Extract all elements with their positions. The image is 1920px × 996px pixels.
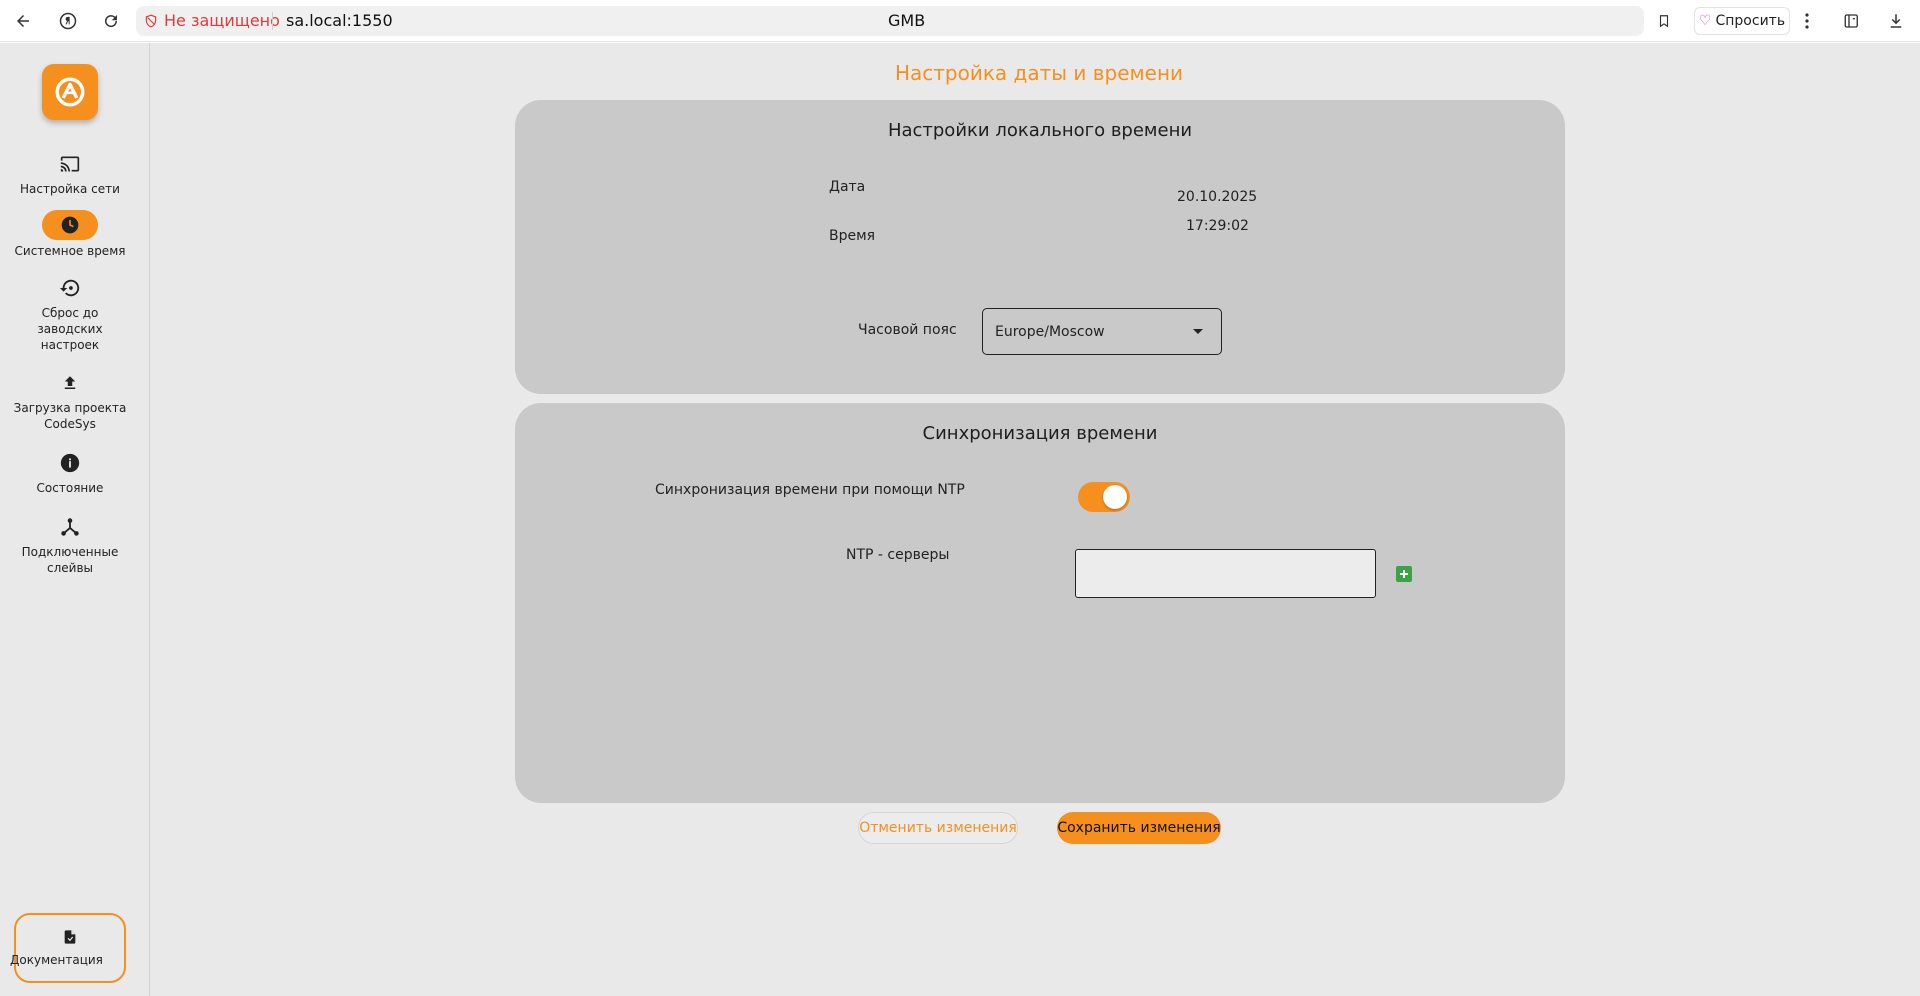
sidebar-item-label: Состояние bbox=[36, 481, 104, 495]
bookmark-icon[interactable] bbox=[1652, 9, 1676, 33]
sidebar-item-label: Системное время bbox=[14, 244, 126, 258]
back-arrow-icon[interactable] bbox=[11, 9, 35, 33]
local-time-card: Настройки локального времени Дата 20.10.… bbox=[515, 100, 1565, 394]
toggle-knob bbox=[1103, 485, 1127, 509]
upload-icon bbox=[56, 369, 84, 397]
ntp-server-input[interactable] bbox=[1075, 549, 1376, 598]
sidebar-item-label: Загрузка проекта CodeSys bbox=[13, 401, 127, 431]
reload-icon[interactable] bbox=[99, 9, 123, 33]
documentation-label: Документация bbox=[10, 953, 103, 967]
logo-icon bbox=[55, 77, 85, 107]
shield-warning-icon bbox=[145, 14, 157, 27]
app-root: Настройка сети Системное время Сброс до … bbox=[0, 43, 1920, 996]
sidebar-item-status[interactable]: Состояние bbox=[0, 449, 140, 496]
page-title: Настройка даты и времени bbox=[894, 61, 1184, 85]
document-icon bbox=[64, 930, 76, 944]
local-time-title: Настройки локального времени bbox=[887, 120, 1193, 141]
time-sync-card: Синхронизация времени Синхронизация врем… bbox=[515, 403, 1565, 803]
save-changes-button[interactable]: Сохранить изменения bbox=[1057, 812, 1221, 844]
sidebar-item-label: Сброс до заводских настроек bbox=[37, 306, 103, 352]
yandex-icon[interactable] bbox=[56, 9, 80, 33]
reset-icon bbox=[56, 274, 84, 302]
sidebar-item-system-time[interactable]: Системное время bbox=[0, 210, 140, 259]
sidebar: Настройка сети Системное время Сброс до … bbox=[0, 43, 150, 996]
add-server-button[interactable] bbox=[1396, 566, 1412, 582]
collections-icon[interactable] bbox=[1840, 9, 1864, 33]
cast-icon bbox=[56, 150, 84, 178]
time-value: 17:29:02 bbox=[1186, 218, 1249, 234]
tab-title: GMB bbox=[888, 11, 926, 30]
cancel-changes-button[interactable]: Отменить изменения bbox=[858, 812, 1018, 844]
not-secure-label: Не защищено bbox=[164, 11, 280, 30]
documentation-button[interactable]: Документация bbox=[10, 913, 126, 983]
ntp-servers-label: NTP - серверы bbox=[846, 547, 950, 563]
sidebar-item-factory-reset[interactable]: Сброс до заводских настроек bbox=[0, 274, 140, 353]
time-sync-title: Синхронизация времени bbox=[922, 423, 1158, 444]
ntp-sync-label: Синхронизация времени при помощи NTP bbox=[655, 482, 965, 498]
sidebar-item-network[interactable]: Настройка сети bbox=[0, 150, 140, 197]
chevron-down-icon bbox=[1193, 329, 1203, 334]
sidebar-item-label: Настройка сети bbox=[20, 182, 120, 196]
security-indicator[interactable]: Не защищено bbox=[144, 11, 280, 30]
address-divider bbox=[272, 12, 273, 30]
clock-icon bbox=[42, 210, 98, 240]
time-label: Время bbox=[829, 228, 876, 244]
plus-icon bbox=[1400, 570, 1408, 578]
timezone-value: Europe/Moscow bbox=[995, 323, 1105, 340]
sidebar-item-codesys-upload[interactable]: Загрузка проекта CodeSys bbox=[0, 369, 140, 432]
date-label: Дата bbox=[829, 179, 866, 195]
url-text[interactable]: sa.local:1550 bbox=[286, 11, 393, 30]
more-menu-icon[interactable] bbox=[1795, 9, 1819, 33]
browser-toolbar: Не защищено sa.local:1550 GMB ♡ Спросить bbox=[0, 0, 1920, 42]
download-icon[interactable] bbox=[1884, 9, 1908, 33]
timezone-select[interactable]: Europe/Moscow bbox=[982, 308, 1222, 355]
timezone-label: Часовой пояс bbox=[858, 322, 957, 338]
sidebar-item-slaves[interactable]: Подключенные слейвы bbox=[0, 513, 140, 576]
ask-label: Спросить bbox=[1715, 13, 1786, 29]
sparkle-icon: ♡ bbox=[1698, 13, 1712, 29]
date-value: 20.10.2025 bbox=[1177, 189, 1258, 205]
sidebar-item-label: Подключенные слейвы bbox=[21, 545, 119, 575]
app-logo[interactable] bbox=[42, 64, 98, 120]
hub-icon bbox=[56, 513, 84, 541]
info-icon bbox=[56, 449, 84, 477]
ntp-sync-toggle[interactable] bbox=[1078, 482, 1130, 512]
ask-button[interactable]: ♡ Спросить bbox=[1694, 7, 1790, 35]
